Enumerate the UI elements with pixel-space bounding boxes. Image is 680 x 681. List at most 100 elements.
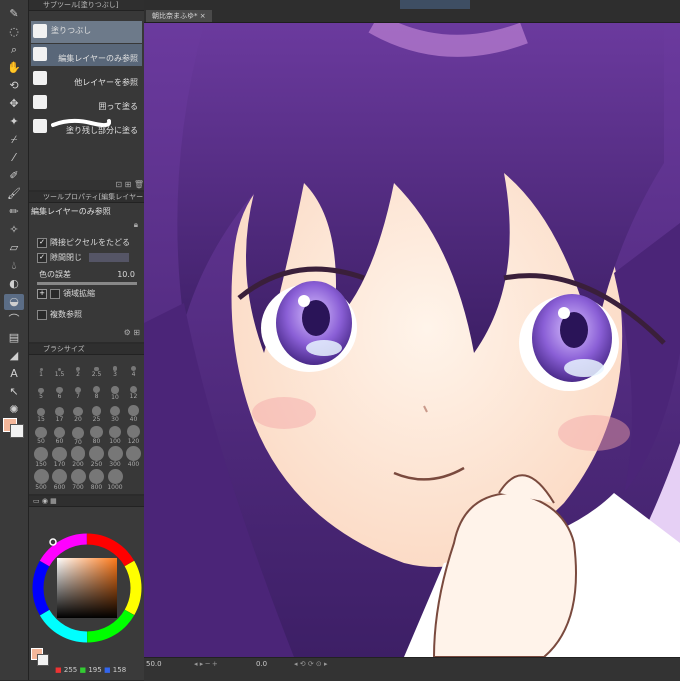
brush-dot-icon	[90, 426, 103, 439]
tolerance-value[interactable]: 10.0	[117, 268, 135, 281]
subtool-label: 編集レイヤーのみ参照	[58, 54, 138, 63]
effect-icon[interactable]: ✺	[4, 402, 24, 418]
brush-size-preset[interactable]: 20	[68, 402, 88, 424]
brush-dot-icon	[89, 446, 104, 461]
brush-size-preset[interactable]: 400	[124, 446, 144, 469]
brush-size-preset[interactable]: 6	[50, 380, 70, 402]
move-icon[interactable]: ✥	[4, 96, 24, 112]
prop-close-gap[interactable]: ✓ 隙間閉じ	[37, 251, 129, 264]
eyedropper-icon[interactable]: ⌿	[4, 132, 24, 148]
prop-area-scale[interactable]: + 領域拡縮	[37, 287, 95, 300]
brush-size-preset[interactable]: 1	[31, 357, 51, 379]
brush-size-preset[interactable]: 25	[87, 402, 107, 424]
brush-size-preset[interactable]: 60	[50, 425, 70, 447]
prop-multi-reference[interactable]: 複数参照	[37, 308, 82, 321]
brush-size-label: 40	[129, 415, 138, 423]
brush-icon[interactable]: 🖌︎	[4, 186, 24, 202]
angle-value[interactable]: 0.0	[256, 660, 267, 668]
curve-icon[interactable]: ⌒	[4, 312, 24, 328]
dropper-icon[interactable]: ⁄	[4, 150, 24, 166]
subtool-item-other-layer[interactable]: 他レイヤーを参照	[31, 68, 142, 90]
brush-size-preset[interactable]: 170	[50, 446, 70, 469]
brush-size-preset[interactable]: 50	[31, 425, 51, 447]
brush-size-preset[interactable]: 7	[68, 380, 88, 402]
prop-trace-adjacent[interactable]: ✓ 隣接ピクセルをたどる	[37, 236, 130, 249]
document-tab[interactable]: 朝比奈まふゆ* ×	[146, 10, 212, 22]
checkbox-checked-icon[interactable]: ✓	[37, 252, 47, 263]
gradient-icon[interactable]: ◐	[4, 276, 24, 292]
subtool-item-enclose[interactable]: 囲って塗る	[31, 92, 142, 114]
tolerance-slider[interactable]	[37, 282, 137, 285]
brush-size-preset[interactable]: 8	[87, 380, 107, 402]
brush-size-preset[interactable]: 600	[50, 468, 70, 492]
brush-size-preset[interactable]: 1.5	[50, 357, 70, 379]
gap-level-selector[interactable]	[89, 253, 129, 262]
magic-wand-icon[interactable]: ✦	[4, 114, 24, 130]
brush-size-preset[interactable]: 17	[50, 402, 70, 424]
drawing-canvas[interactable]	[144, 23, 680, 657]
expand-icon[interactable]: +	[37, 288, 47, 299]
brush-size-preset[interactable]: 70	[68, 425, 88, 447]
rotate-icon[interactable]: ⟲	[4, 78, 24, 94]
checkbox-icon[interactable]	[37, 309, 47, 320]
subtool-item-unfilled[interactable]: 塗り残し部分に塗る	[31, 116, 142, 138]
brush-size-preset[interactable]: 80	[87, 425, 107, 447]
brush-size-preset[interactable]: 300	[105, 446, 125, 469]
brush-size-preset[interactable]: 3	[105, 357, 125, 379]
brush-size-preset[interactable]: 700	[68, 468, 88, 492]
brush-size-preset[interactable]: 1000	[105, 468, 125, 492]
lasso-icon[interactable]: ◌	[4, 24, 24, 40]
sparkle-icon[interactable]: ✧	[4, 222, 24, 238]
zoom-value[interactable]: 50.0	[146, 660, 162, 668]
lock-icon[interactable]: 🔒︎	[134, 220, 138, 230]
brush-size-preset[interactable]: 2.5	[87, 357, 107, 379]
blend-icon[interactable]: 💧︎	[4, 258, 24, 274]
brush-size-preset[interactable]: 500	[31, 468, 51, 492]
subtool-item-edit-layer[interactable]: 編集レイヤーのみ参照	[31, 44, 142, 66]
brush-size-preset[interactable]: 12	[124, 380, 144, 402]
brush-size-preset[interactable]: 40	[124, 402, 144, 424]
brush-size-panel: ブラシサイズ 1 1.5 2 2.5 3 4 5 6 7 8 10 12 15 17 20 25 30 40 50 6…	[29, 344, 144, 494]
brush-size-preset[interactable]: 250	[87, 446, 107, 469]
subtool-panel: サブツール[塗りつぶし] 塗りつぶし 編集レイヤーのみ参照 他レイヤーを参照 囲…	[29, 0, 144, 190]
subtool-item-fill[interactable]: 塗りつぶし	[31, 21, 142, 43]
brush-size-preset[interactable]: 150	[31, 447, 51, 469]
settings-icon[interactable]: ⚙ ⊞	[124, 328, 140, 337]
operation-icon[interactable]: ↖	[4, 384, 24, 400]
checkbox-icon[interactable]	[50, 288, 60, 299]
zoom-controls[interactable]: ◂ ▸ ─ +	[194, 660, 218, 668]
brush-size-preset[interactable]: 5	[31, 380, 51, 402]
subtool-label: 他レイヤーを参照	[74, 78, 138, 87]
brush-size-preset[interactable]: 10	[105, 380, 125, 402]
checkbox-checked-icon[interactable]: ✓	[37, 237, 47, 248]
rotate-controls[interactable]: ◂ ⟲ ⟳ ⊙ ▸	[294, 660, 328, 668]
zoom-icon[interactable]: ⌕	[4, 42, 24, 58]
brush-size-preset[interactable]: 120	[124, 425, 144, 447]
frame-icon[interactable]: ▤	[4, 330, 24, 346]
brush-size-preset[interactable]: 200	[68, 446, 88, 469]
brush-size-preset[interactable]: 30	[105, 402, 125, 424]
sub-color-swatch[interactable]	[10, 424, 24, 438]
balloon-icon[interactable]: ◢	[4, 348, 24, 364]
pen-icon[interactable]: ✎	[4, 6, 24, 22]
brush-size-preset[interactable]: 2	[68, 357, 88, 379]
view-mode-buttons[interactable]	[400, 0, 470, 9]
pencil-icon[interactable]: ✐	[4, 168, 24, 184]
brush-size-preset[interactable]: 100	[105, 425, 125, 447]
brush-size-label: 70	[74, 438, 82, 446]
brush-size-label: 17	[55, 415, 64, 423]
close-icon[interactable]: ×	[200, 12, 206, 20]
prop-color-tolerance[interactable]: 色の誤差 10.0	[39, 268, 139, 281]
text-icon[interactable]: A	[4, 366, 24, 382]
color-wheel[interactable]	[31, 532, 143, 644]
hand-icon[interactable]: ✋	[4, 60, 24, 76]
brush-size-preset[interactable]: 15	[31, 402, 51, 424]
brush-size-preset[interactable]: 4	[124, 357, 144, 379]
airbrush-icon[interactable]: ✏	[4, 204, 24, 220]
fill-icon[interactable]: ◒	[4, 294, 24, 310]
eraser-icon[interactable]: ▱	[4, 240, 24, 256]
brush-size-preset[interactable]: 800	[87, 468, 107, 492]
brush-size-label: 5	[39, 393, 43, 401]
secondary-color-swatch[interactable]	[37, 654, 49, 666]
brushsize-title: ブラシサイズ	[29, 344, 144, 355]
